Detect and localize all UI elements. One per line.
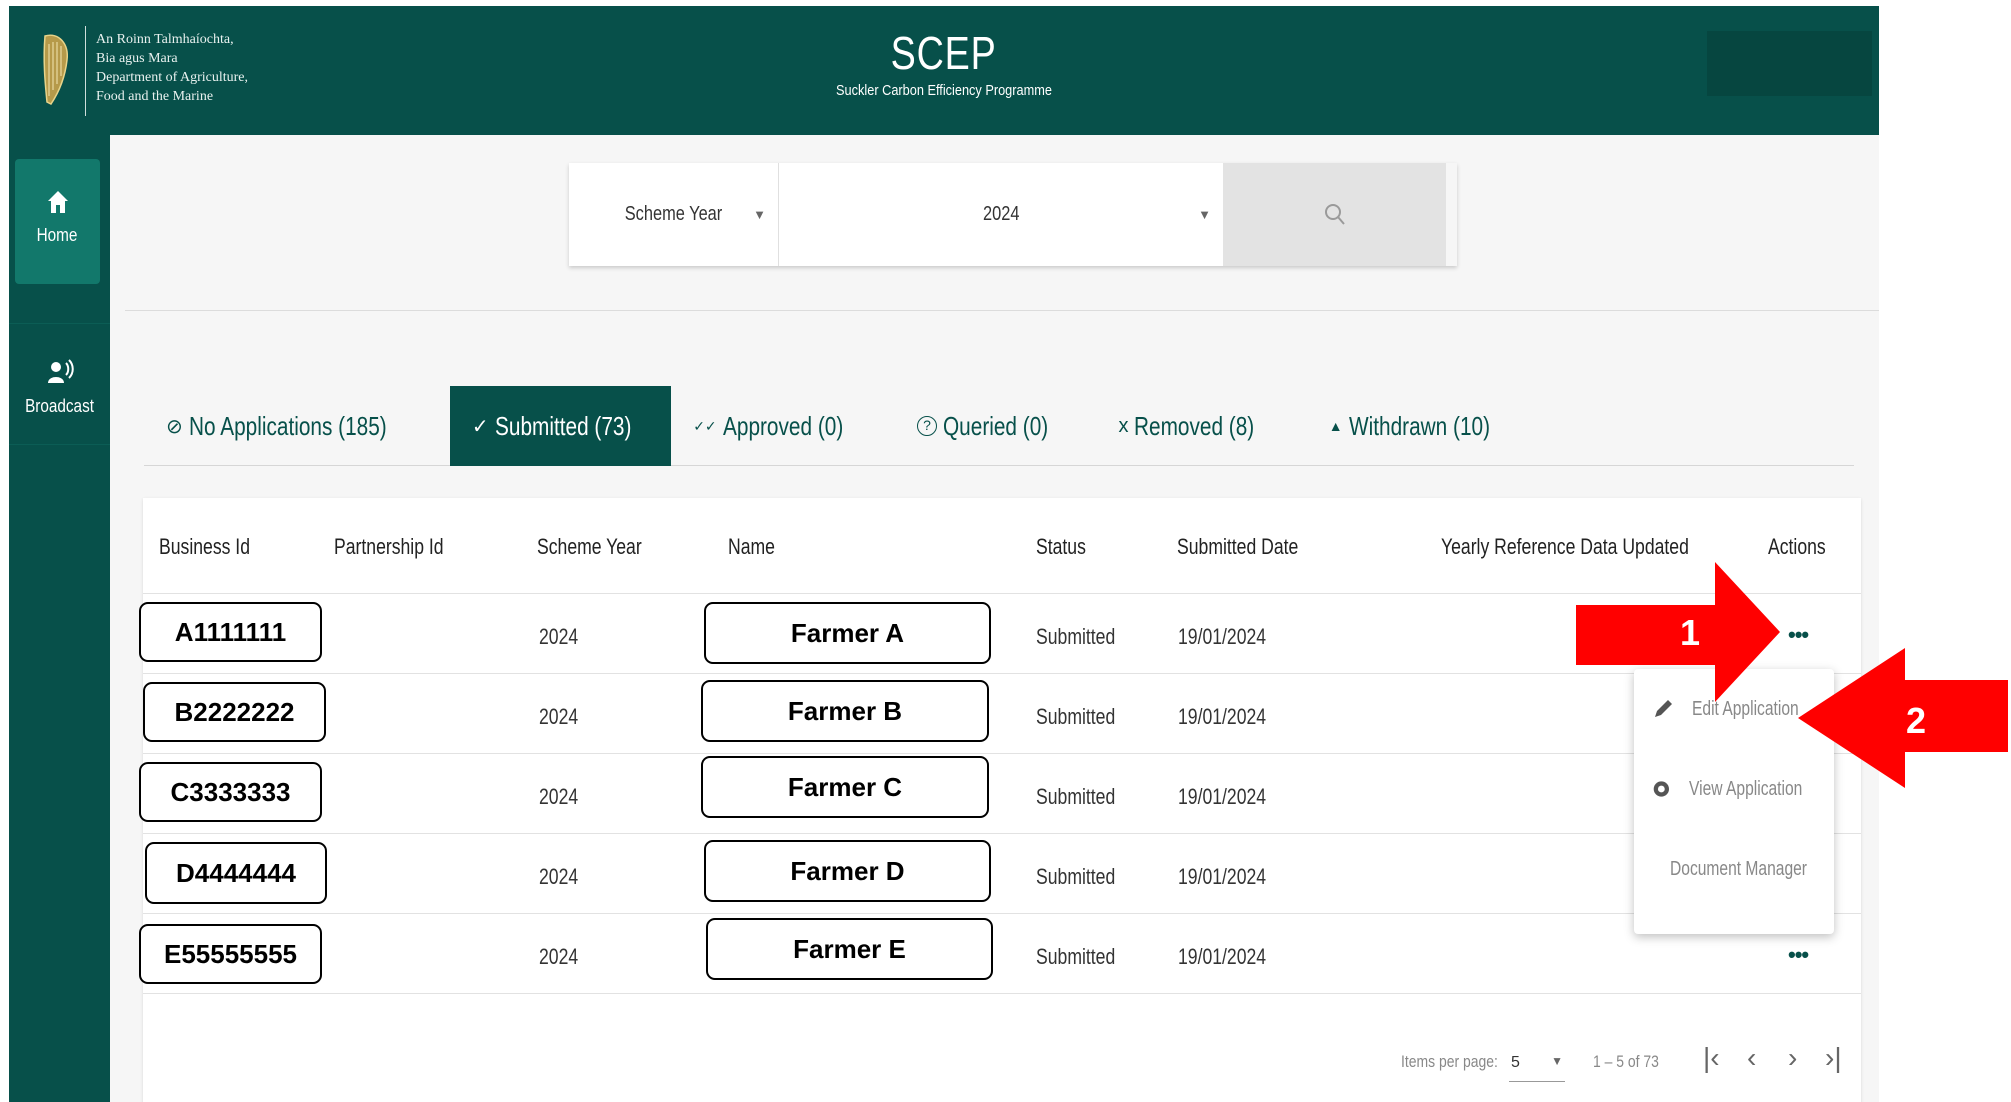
annotation-label-1: 1 <box>1680 612 1701 653</box>
annotation-overlay <box>1576 562 2008 788</box>
annotation-label-2: 2 <box>1906 700 1927 741</box>
annotation-arrow-2 <box>1798 648 2008 788</box>
annotation-arrow-1 <box>1576 562 1780 702</box>
